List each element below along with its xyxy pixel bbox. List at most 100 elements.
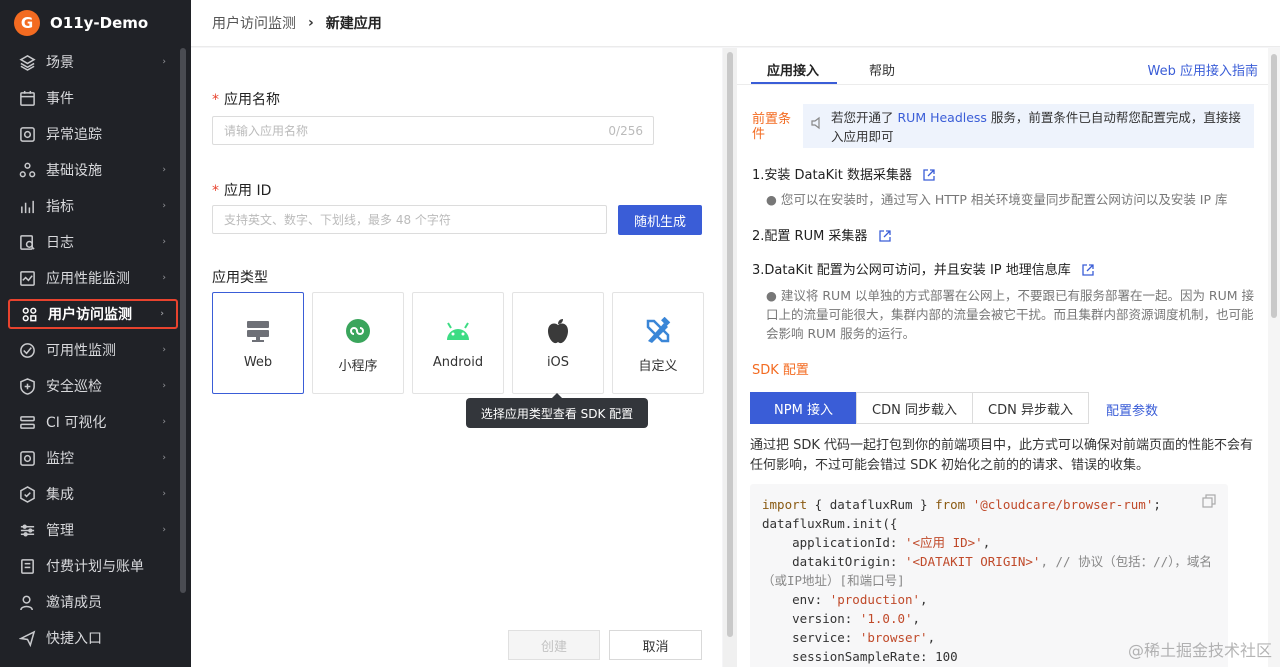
sidebar-item-16[interactable]: 快捷入口 bbox=[8, 623, 178, 653]
app-id-input[interactable]: 支持英文、数字、下划线，最多 48 个字符 bbox=[212, 205, 607, 234]
ci-icon bbox=[18, 413, 36, 431]
sidebar-item-label: 应用性能监测 bbox=[46, 268, 130, 288]
code-line: datafluxRum.init({ bbox=[762, 514, 1216, 533]
nodes-icon bbox=[18, 161, 36, 179]
sidebar-item-label: 快捷入口 bbox=[46, 628, 102, 648]
type-card-mini-program[interactable]: 小程序 bbox=[312, 292, 404, 394]
sidebar-item-0[interactable]: 场景 › bbox=[8, 47, 178, 77]
chevron-right-icon: › bbox=[162, 489, 166, 499]
step1-note: ● 您可以在安装时，通过写入 HTTP 相关环境变量同步配置公网访问以及安装 I… bbox=[766, 190, 1256, 209]
speaker-icon bbox=[810, 116, 824, 135]
app-name-input[interactable]: 请输入应用名称 0/256 bbox=[212, 116, 654, 145]
sidebar-item-7[interactable]: 用户访问监测› bbox=[8, 299, 178, 329]
code-line: env: 'production', bbox=[762, 590, 1216, 609]
watermark: @稀土掘金技术社区 bbox=[1128, 637, 1272, 661]
tab-cdn-async[interactable]: CDN 异步载入 bbox=[972, 392, 1089, 424]
type-card-web[interactable]: Web bbox=[212, 292, 304, 394]
rum-headless-link[interactable]: RUM Headless bbox=[897, 110, 986, 125]
create-app-form: *应用名称 请输入应用名称 0/256 *应用 ID 支持英文、数字、下划线，最… bbox=[191, 48, 722, 667]
sidebar-item-label: 付费计划与账单 bbox=[46, 556, 144, 576]
android-icon bbox=[444, 317, 472, 345]
sidebar: G O11y-Demo 场景›事件异常追踪基础设施›指标›日志›应用性能监测›用… bbox=[0, 0, 191, 667]
sidebar-item-label: CI 可视化 bbox=[46, 412, 106, 432]
sidebar-item-15[interactable]: 邀请成员 bbox=[8, 587, 178, 617]
sidebar-item-4[interactable]: 指标 › bbox=[8, 191, 178, 221]
active-tab-indicator bbox=[751, 82, 837, 84]
type-label: Web bbox=[244, 355, 272, 370]
random-generate-button[interactable]: 随机生成 bbox=[618, 205, 702, 235]
help-scrollbar[interactable] bbox=[1271, 54, 1277, 318]
sidebar-item-label: 安全巡检 bbox=[46, 376, 102, 396]
sidebar-item-label: 监控 bbox=[46, 448, 74, 468]
chevron-right-icon: › bbox=[162, 525, 166, 535]
sidebar-item-5[interactable]: 日志› bbox=[8, 227, 178, 257]
sidebar-item-3[interactable]: 基础设施› bbox=[8, 155, 178, 185]
sidebar-item-13[interactable]: 管理 › bbox=[8, 515, 178, 545]
sidebar-item-14[interactable]: 付费计划与账单 bbox=[8, 551, 178, 581]
chevron-right-icon: › bbox=[162, 273, 166, 283]
form-scrollbar[interactable] bbox=[727, 52, 733, 637]
sidebar-item-label: 基础设施 bbox=[46, 160, 102, 180]
mini-program-icon bbox=[344, 317, 372, 345]
type-label: 小程序 bbox=[338, 355, 377, 374]
sidebar-item-label: 异常追踪 bbox=[46, 124, 102, 144]
sidebar-scrollbar[interactable] bbox=[180, 48, 186, 593]
code-line: version: '1.0.0', bbox=[762, 609, 1216, 628]
page-title: 新建应用 bbox=[326, 13, 382, 33]
web-guide-link[interactable]: Web 应用接入指南 bbox=[1148, 60, 1258, 79]
chevron-right-icon: › bbox=[162, 57, 166, 67]
log-search-icon bbox=[18, 233, 36, 251]
sidebar-item-label: 日志 bbox=[46, 232, 74, 252]
external-link-icon[interactable] bbox=[879, 230, 891, 246]
radar-icon bbox=[18, 125, 36, 143]
layers-icon bbox=[18, 53, 36, 71]
breadcrumb-parent[interactable]: 用户访问监测 bbox=[212, 13, 296, 33]
type-card-custom[interactable]: 自定义 bbox=[612, 292, 704, 394]
web-monitor-icon bbox=[244, 317, 272, 345]
tab-app-integration[interactable]: 应用接入 bbox=[767, 60, 819, 79]
app-id-placeholder: 支持英文、数字、下划线，最多 48 个字符 bbox=[224, 211, 451, 228]
sidebar-item-6[interactable]: 应用性能监测 › bbox=[8, 263, 178, 293]
sdk-config-title: SDK 配置 bbox=[752, 359, 809, 378]
sidebar-item-12[interactable]: 集成 › bbox=[8, 479, 178, 509]
grid-icon bbox=[20, 305, 38, 323]
sidebar-item-2[interactable]: 异常追踪 bbox=[8, 119, 178, 149]
chevron-right-icon: › bbox=[162, 381, 166, 391]
bill-icon bbox=[18, 557, 36, 575]
type-card-ios[interactable]: iOS bbox=[512, 292, 604, 394]
config-params-link[interactable]: 配置参数 bbox=[1106, 400, 1158, 419]
external-link-icon[interactable] bbox=[1082, 264, 1094, 280]
sidebar-item-label: 场景 bbox=[46, 52, 74, 72]
chevron-right-icon: › bbox=[160, 309, 164, 319]
sidebar-item-label: 指标 bbox=[46, 196, 74, 216]
sidebar-item-label: 事件 bbox=[46, 88, 74, 108]
bar-chart-icon bbox=[18, 197, 36, 215]
external-link-icon[interactable] bbox=[923, 169, 935, 185]
apple-icon bbox=[544, 317, 572, 345]
sidebar-item-label: 集成 bbox=[46, 484, 74, 504]
apm-icon bbox=[18, 269, 36, 287]
copy-icon[interactable] bbox=[1202, 494, 1216, 513]
workspace-name: O11y-Demo bbox=[50, 14, 148, 32]
hexagon-icon bbox=[18, 485, 36, 503]
tab-help[interactable]: 帮助 bbox=[869, 60, 895, 79]
cancel-button[interactable]: 取消 bbox=[609, 630, 702, 660]
type-card-android[interactable]: Android bbox=[412, 292, 504, 394]
help-panel: 应用接入 帮助 Web 应用接入指南 前置条件 若您开通了 RUM Headle… bbox=[737, 48, 1268, 667]
help-tabs: 应用接入 帮助 Web 应用接入指南 bbox=[737, 48, 1268, 85]
create-button[interactable]: 创建 bbox=[508, 630, 600, 660]
sidebar-item-10[interactable]: CI 可视化› bbox=[8, 407, 178, 437]
sidebar-item-11[interactable]: 监控› bbox=[8, 443, 178, 473]
sdk-tooltip: 选择应用类型查看 SDK 配置 bbox=[466, 398, 648, 428]
sidebar-item-1[interactable]: 事件 bbox=[8, 83, 178, 113]
chevron-right-icon: › bbox=[162, 201, 166, 211]
brand-row[interactable]: G O11y-Demo bbox=[0, 0, 191, 46]
custom-tools-icon bbox=[644, 317, 672, 345]
sidebar-item-8[interactable]: 可用性监测› bbox=[8, 335, 178, 365]
sidebar-item-9[interactable]: 安全巡检 › bbox=[8, 371, 178, 401]
tab-npm[interactable]: NPM 接入 bbox=[750, 392, 857, 424]
char-count: 0/256 bbox=[608, 124, 643, 138]
sidebar-item-label: 管理 bbox=[46, 520, 74, 540]
type-label: Android bbox=[433, 355, 483, 370]
tab-cdn-sync[interactable]: CDN 同步载入 bbox=[856, 392, 973, 424]
